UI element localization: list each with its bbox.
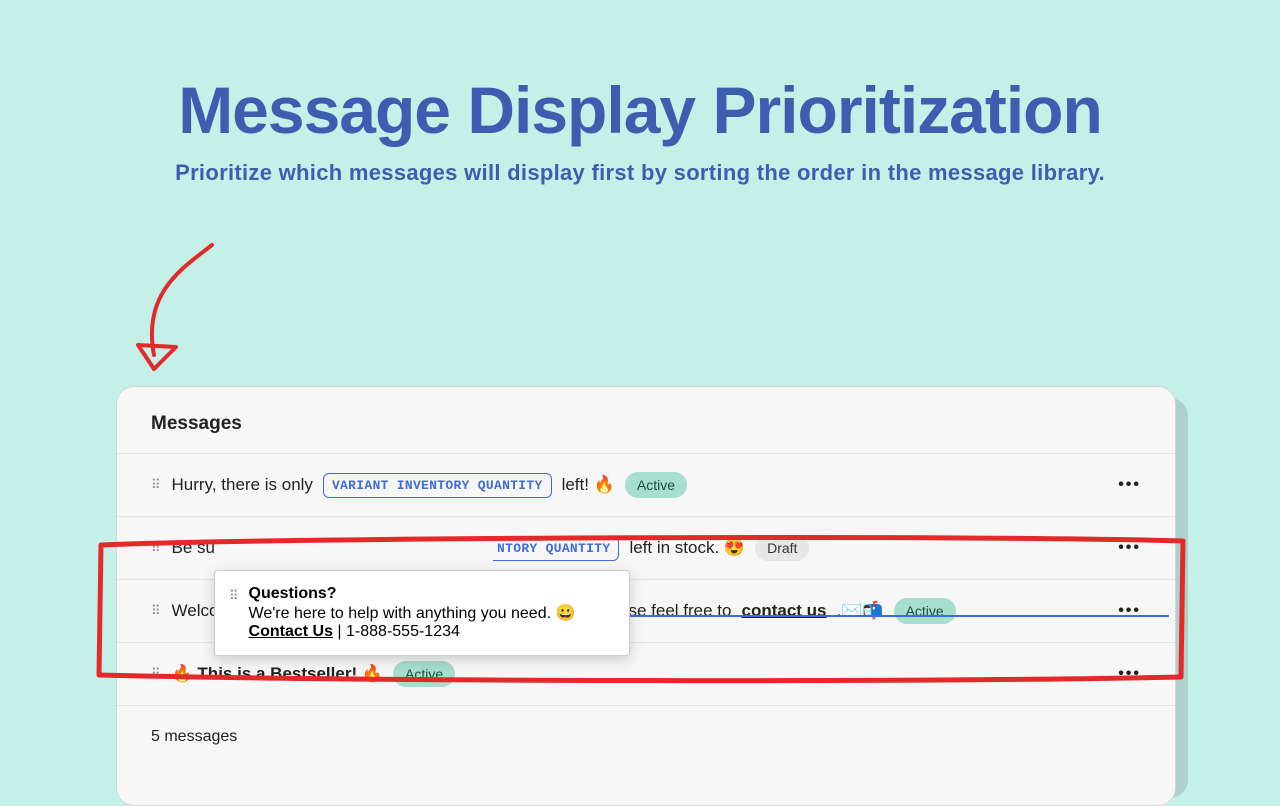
drag-card-phone: | 1-888-555-1234	[333, 623, 460, 640]
hero-title: Message Display Prioritization	[0, 72, 1280, 148]
dragging-message-card[interactable]: ⠿ Questions? We're here to help with any…	[214, 570, 630, 656]
message-text-post: left in stock. 😍	[629, 538, 745, 558]
message-text-post: .✉️📬	[837, 601, 884, 621]
message-text-pre: Welco	[172, 601, 219, 621]
row-actions-button[interactable]: •••	[1118, 665, 1141, 683]
row-actions-button[interactable]: •••	[1118, 602, 1141, 620]
drag-handle-icon[interactable]: ⠿	[151, 540, 162, 556]
panel-footer: 5 messages	[117, 705, 1175, 768]
message-text-pre: Hurry, there is only	[172, 475, 313, 495]
row-actions-button[interactable]: •••	[1118, 539, 1141, 557]
variable-chip[interactable]: NTORY QUANTITY	[493, 536, 619, 561]
drag-handle-icon[interactable]: ⠿	[229, 588, 239, 604]
drag-handle-icon[interactable]: ⠿	[151, 666, 162, 682]
row-actions-button[interactable]: •••	[1118, 476, 1141, 494]
callout-arrow-icon	[124, 237, 234, 387]
message-text-mid: se feel free to	[628, 601, 731, 621]
message-text-pre: Be su	[172, 538, 215, 558]
variable-chip[interactable]: VARIANT INVENTORY QUANTITY	[323, 473, 552, 498]
status-badge: Active	[625, 472, 687, 498]
drag-card-title: Questions?	[249, 585, 576, 603]
message-row[interactable]: ⠿ Hurry, there is only VARIANT INVENTORY…	[117, 453, 1175, 516]
status-badge: Active	[894, 598, 956, 624]
drag-card-contact-link[interactable]: Contact Us	[249, 623, 333, 640]
panel-header: Messages	[117, 387, 1175, 453]
hero-subtitle: Prioritize which messages will display f…	[0, 160, 1280, 186]
message-text-post: left! 🔥	[562, 475, 615, 495]
message-text-bold: 🔥 This is a Bestseller! 🔥	[172, 664, 383, 684]
contact-us-link[interactable]: contact us	[741, 601, 826, 621]
drag-card-help: We're here to help with anything you nee…	[249, 603, 576, 623]
drag-handle-icon[interactable]: ⠿	[151, 477, 162, 493]
status-badge: Draft	[755, 535, 809, 561]
drag-handle-icon[interactable]: ⠿	[151, 603, 162, 619]
status-badge: Active	[393, 661, 455, 687]
